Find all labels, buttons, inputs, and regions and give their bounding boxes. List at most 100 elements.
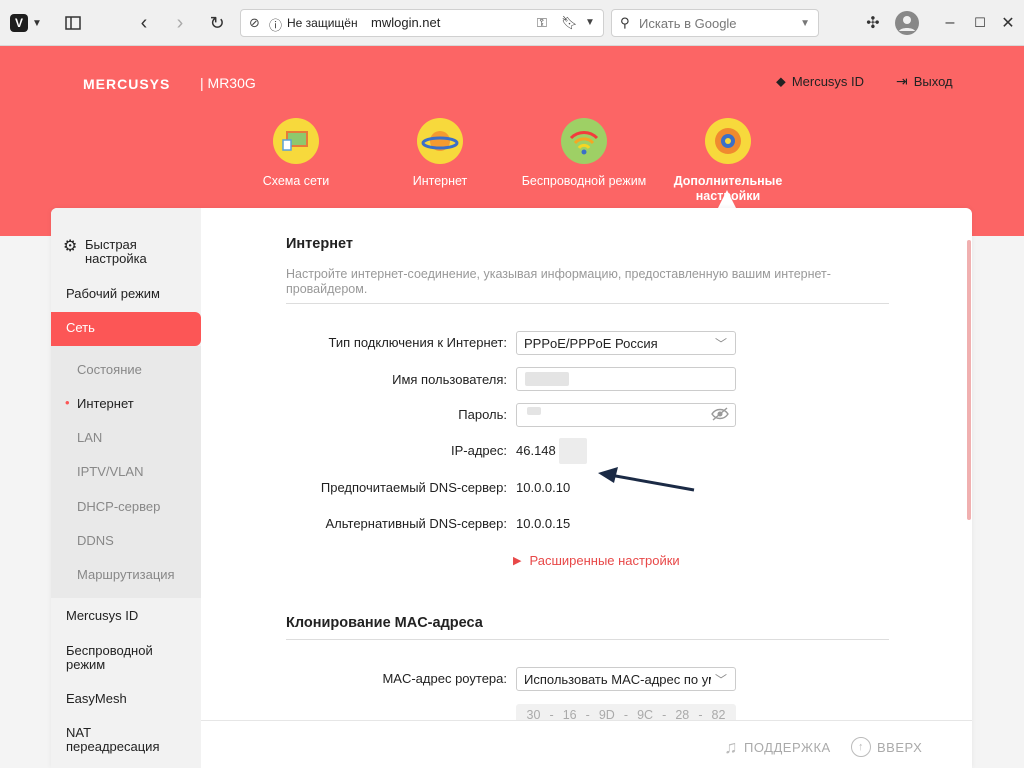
mercusys-id-link[interactable]: ⬥ Mercusys ID (776, 73, 864, 90)
dns1-value: 10.0.0.10 (516, 480, 571, 495)
gear-icon (705, 118, 751, 164)
chevron-down-icon[interactable]: ▼ (32, 8, 42, 38)
ip-value: 46.148 (516, 443, 556, 458)
account-icon: ⬥ (776, 73, 786, 89)
internet-description: Настройте интернет-соединение, указывая … (286, 267, 831, 296)
active-indicator (718, 190, 736, 208)
bookmark-icon[interactable]: 🔖︎ (561, 15, 578, 31)
sidebar-item-routing[interactable]: Маршрутизация (51, 568, 201, 582)
reload-icon[interactable]: ↻ (206, 8, 228, 38)
brand-logo: MERCUSYS (83, 76, 171, 92)
chevron-down-icon[interactable]: ▼ (585, 17, 595, 28)
extensions-icon[interactable]: ✣ (862, 8, 884, 38)
sidebar-item-ddns[interactable]: DDNS (51, 534, 201, 548)
nav-label: Схема сети (262, 174, 330, 188)
back-icon[interactable]: ‹ (134, 8, 154, 38)
chevron-down-icon[interactable]: ▼ (800, 18, 810, 29)
sidebar-item-label: Маршрутизация (77, 567, 175, 582)
connection-type-label: Тип подключения к Интернет: (328, 335, 507, 350)
main-panel: ⚙ Быстрая настройка Рабочий режим Сеть С… (51, 208, 972, 768)
bottom-bar: ♫ ПОДДЕРЖКА ↑ ВВЕРХ (201, 720, 972, 768)
back-to-top-link[interactable]: ↑ ВВЕРХ (851, 737, 922, 757)
sidebar-item-label: DHCP-сервер (77, 499, 161, 514)
sidebar-item-dhcp[interactable]: DHCP-сервер (51, 500, 201, 514)
not-secure-label: Не защищён (287, 16, 358, 30)
sidebar-item-mercusys-id[interactable]: Mercusys ID (51, 609, 201, 623)
chevron-down-icon: ﹀ (710, 671, 727, 688)
username-input[interactable] (516, 367, 736, 391)
browser-toolbar: V ▼ ‹ › ↻ ⊘ ⓘ Не защищён mwlogin.net ⚿ 🔖… (0, 0, 1024, 46)
sidebar-item-label: IPTV/VLAN (77, 464, 144, 479)
wifi-icon (561, 118, 607, 164)
vivaldi-menu-icon[interactable]: V (10, 14, 28, 32)
sidebar-item-quick-setup[interactable]: ⚙ Быстрая настройка (51, 238, 201, 266)
advanced-settings-toggle[interactable]: ▶ Расширенные настройки (513, 553, 680, 568)
redacted-text (559, 438, 587, 464)
active-dot-icon: • (65, 395, 70, 410)
profile-avatar-icon[interactable] (894, 8, 920, 38)
close-icon[interactable]: ✕ (998, 8, 1018, 38)
redacted-text (527, 407, 541, 415)
content-area: Интернет Настройте интернет-соединение, … (201, 208, 972, 768)
dns1-label: Предпочитаемый DNS-сервер: (320, 480, 507, 495)
address-bar[interactable]: ⊘ ⓘ Не защищён mwlogin.net ⚿ 🔖︎ ▼ (240, 9, 604, 37)
scrollbar[interactable] (967, 240, 971, 520)
sidebar-item-label: Беспроводной режим (66, 643, 153, 672)
sidebar-toggle-icon[interactable] (62, 8, 84, 38)
support-label: ПОДДЕРЖКА (744, 740, 831, 755)
support-link[interactable]: ♫ ПОДДЕРЖКА (724, 737, 831, 758)
gear-icon: ⚙ (63, 238, 78, 255)
url-text: mwlogin.net (371, 15, 441, 30)
sidebar-item-network[interactable]: Сеть (51, 321, 201, 335)
sidebar-item-easymesh[interactable]: EasyMesh (51, 692, 201, 706)
ip-label: IP-адрес: (451, 443, 507, 458)
sidebar-item-wireless[interactable]: Беспроводной режим (51, 644, 161, 672)
router-mac-select[interactable]: Использовать MAC-адрес по ум ﹀ (516, 667, 736, 691)
sidebar-item-label: Рабочий режим (66, 286, 160, 301)
forward-icon[interactable]: › (170, 8, 190, 38)
nav-label: Беспроводной режим (521, 174, 647, 188)
minimize-icon[interactable]: – (940, 8, 960, 38)
password-input[interactable] (516, 403, 736, 427)
search-input[interactable]: ⚲ Искать в Google ▼ (611, 9, 819, 37)
nav-wireless[interactable]: Беспроводной режим (519, 118, 649, 189)
sidebar-item-internet[interactable]: • Интернет (51, 395, 201, 411)
back-to-top-label: ВВЕРХ (877, 739, 923, 755)
logout-link[interactable]: ⇥ Выход (896, 73, 953, 90)
internet-section-title: Интернет (286, 236, 353, 252)
info-icon[interactable]: ⓘ (269, 15, 282, 34)
maximize-icon[interactable]: ☐ (970, 8, 990, 38)
sidebar-item-label: Быстрая настройка (85, 237, 147, 266)
connection-type-select[interactable]: PPPoE/PPPoE Россия ﹀ (516, 331, 736, 355)
sidebar-item-label: EasyMesh (66, 691, 127, 706)
sidebar-item-iptv[interactable]: IPTV/VLAN (51, 465, 201, 479)
sidebar-item-lan[interactable]: LAN (51, 431, 201, 445)
search-placeholder: Искать в Google (639, 16, 737, 31)
model-name: | MR30G (200, 75, 256, 91)
eye-off-icon[interactable] (711, 407, 729, 424)
model-label: MR30G (207, 75, 256, 91)
sidebar-item-status[interactable]: Состояние (51, 363, 201, 377)
nav-internet[interactable]: Интернет (375, 118, 505, 189)
sidebar-item-label: Mercusys ID (66, 608, 139, 623)
sidebar-item-operation-mode[interactable]: Рабочий режим (51, 287, 201, 301)
advanced-settings-label: Расширенные настройки (529, 553, 680, 568)
sidebar-item-label: Состояние (77, 362, 142, 377)
network-map-icon (273, 118, 319, 164)
sidebar-item-label: LAN (77, 430, 103, 445)
sidebar-item-nat[interactable]: NAT переадресация (51, 726, 161, 754)
sidebar-item-label: Интернет (77, 396, 134, 411)
arrow-annotation (598, 467, 695, 492)
router-mac-label: MAC-адрес роутера: (382, 671, 507, 686)
sidebar-item-label: NAT переадресация (66, 725, 160, 754)
sidebar-item-label: DDNS (77, 533, 114, 548)
logout-icon: ⇥ (896, 73, 908, 89)
key-icon[interactable]: ⚿ (537, 15, 547, 31)
sidebar: ⚙ Быстрая настройка Рабочий режим Сеть С… (51, 208, 201, 768)
nav-label: Интернет (412, 174, 468, 188)
nav-network-map[interactable]: Схема сети (231, 118, 361, 189)
divider (286, 303, 889, 304)
connection-type-value: PPPoE/PPPoE Россия (524, 336, 658, 351)
dns2-label: Альтернативный DNS-сервер: (325, 516, 508, 531)
chevron-down-icon: ﹀ (714, 337, 727, 351)
